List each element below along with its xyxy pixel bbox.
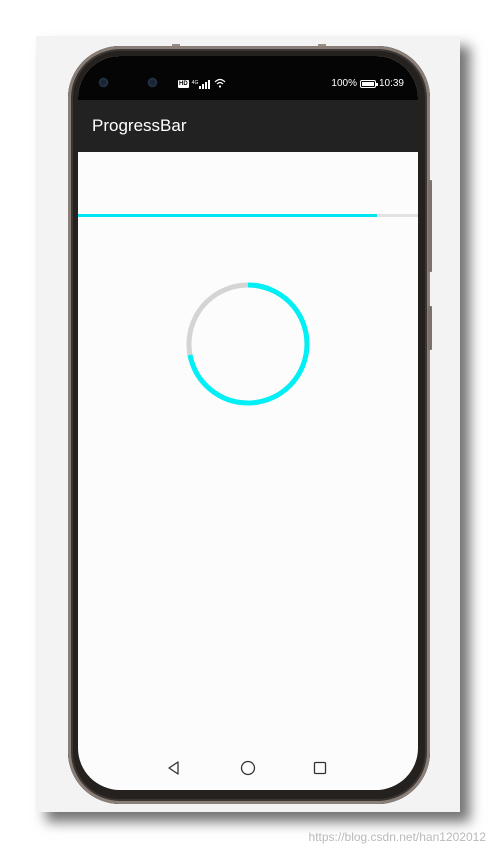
signal-icon: 4G — [191, 79, 212, 89]
navigation-bar — [78, 752, 418, 784]
power-button — [428, 306, 432, 350]
camera-icon — [148, 78, 157, 87]
recents-icon[interactable] — [310, 758, 330, 778]
app-bar: ProgressBar — [78, 100, 418, 152]
watermark: https://blog.csdn.net/han1202012 — [308, 830, 486, 844]
status-bar: HD 4G 100% 10:39 — [78, 56, 418, 100]
volume-button — [428, 180, 432, 272]
horizontal-progress-bar — [78, 214, 418, 217]
battery-icon — [359, 79, 378, 88]
phone-screen: HD 4G 100% 10:39 ProgressBar — [78, 56, 418, 790]
wifi-icon — [214, 78, 226, 90]
camera-icon — [99, 78, 108, 87]
horizontal-progress-fill — [78, 214, 378, 217]
page: HD 4G 100% 10:39 ProgressBar https://blo… — [0, 0, 494, 850]
status-bar-right: 100% 10:39 — [331, 78, 404, 89]
battery-percent: 100% — [331, 78, 357, 89]
home-icon[interactable] — [238, 758, 258, 778]
status-bar-left: HD 4G — [178, 78, 226, 90]
battery-level — [361, 81, 374, 86]
hd-icon: HD — [178, 80, 189, 88]
clock: 10:39 — [378, 78, 404, 89]
app-title: ProgressBar — [92, 116, 187, 135]
network-type: 4G — [191, 79, 199, 86]
back-icon[interactable] — [164, 758, 184, 778]
circular-progress-bar — [186, 282, 310, 406]
